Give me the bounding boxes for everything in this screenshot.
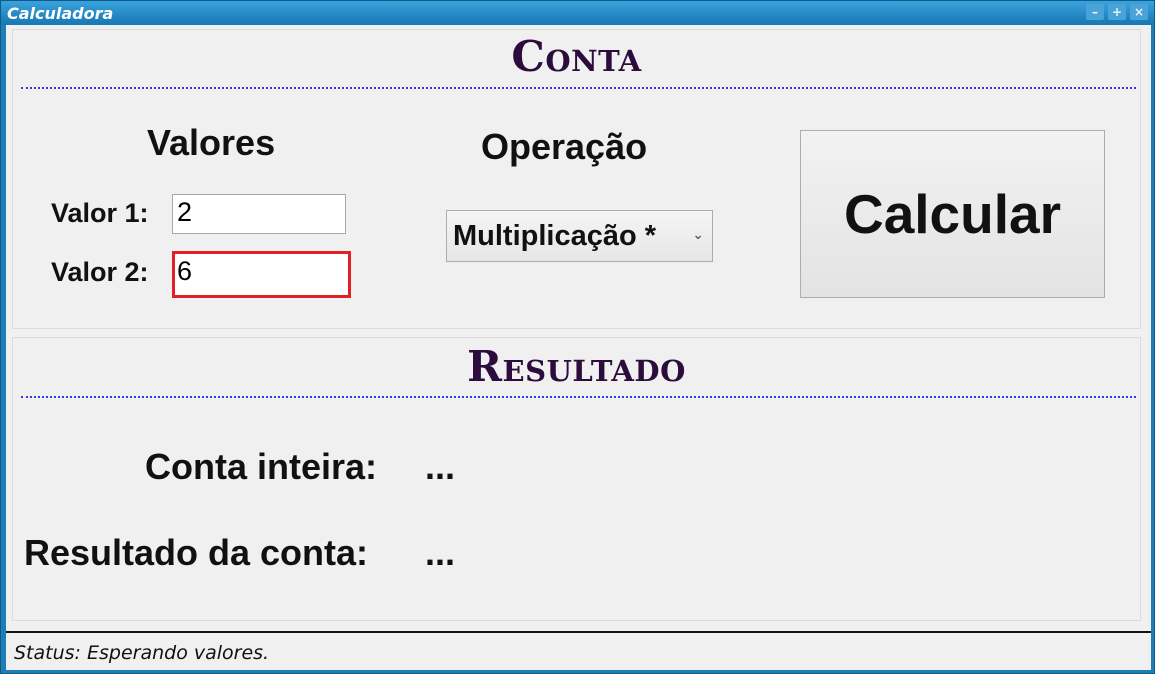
- resultado-label: Resultado da conta:: [24, 532, 369, 573]
- client-area: Conta Valores Valor 1: 2 Valor 2: 6 Oper…: [6, 25, 1151, 670]
- valor1-input[interactable]: 2: [172, 194, 346, 234]
- operacao-select[interactable]: Multiplicação * ⌄: [446, 210, 713, 262]
- operacao-heading: Operação: [481, 126, 648, 167]
- chevron-down-icon: ⌄: [692, 226, 704, 242]
- resultado-group: Resultado Conta inteira: ... Resultado d…: [12, 337, 1141, 621]
- conta-inteira-label: Conta inteira:: [145, 446, 378, 487]
- calcular-button[interactable]: Calcular: [800, 130, 1105, 298]
- conta-divider: [21, 87, 1136, 89]
- conta-title: Conta: [511, 32, 642, 81]
- valor1-label: Valor 1:: [51, 198, 149, 228]
- calculator-window: Calculadora – + × Conta Valores Valor 1:…: [0, 0, 1155, 674]
- status-text: Status: Esperando valores.: [14, 642, 270, 664]
- title-bar[interactable]: Calculadora – + ×: [1, 1, 1154, 25]
- close-button[interactable]: ×: [1130, 4, 1148, 20]
- valor2-input[interactable]: 6: [172, 251, 351, 298]
- valores-heading: Valores: [147, 122, 276, 163]
- conta-group: Conta Valores Valor 1: 2 Valor 2: 6 Oper…: [12, 29, 1141, 329]
- maximize-button[interactable]: +: [1108, 4, 1126, 20]
- window-title: Calculadora: [7, 4, 114, 23]
- valor2-label: Valor 2:: [51, 257, 149, 287]
- minimize-button[interactable]: –: [1086, 4, 1104, 20]
- resultado-title: Resultado: [467, 342, 686, 391]
- operacao-selected-value: Multiplicação *: [453, 220, 657, 252]
- conta-inteira-value: ...: [425, 446, 456, 487]
- resultado-divider: [21, 396, 1136, 398]
- window-controls: – + ×: [1086, 4, 1148, 20]
- status-bar: Status: Esperando valores.: [6, 631, 1151, 670]
- resultado-value: ...: [425, 532, 456, 573]
